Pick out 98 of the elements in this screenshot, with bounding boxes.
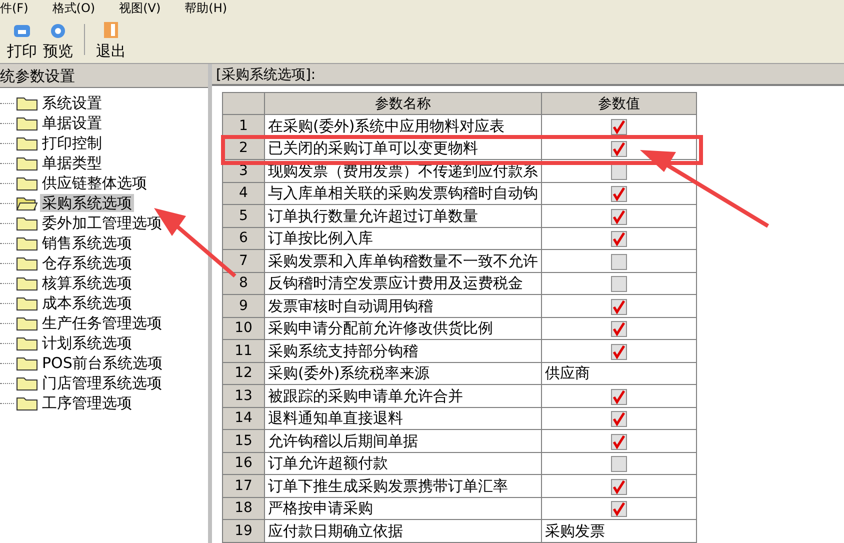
tree-item[interactable]: 生产任务管理选项 (40, 314, 164, 332)
tree-item[interactable]: 销售系统选项 (40, 234, 134, 252)
checkbox[interactable] (611, 118, 627, 135)
checkbox[interactable] (611, 478, 627, 495)
row-number: 12 (222, 362, 264, 384)
folder-icon (16, 136, 38, 150)
row-number: 10 (222, 317, 264, 340)
parameter-name: 被跟踪的采购申请单允许合并 (264, 384, 542, 407)
row-number: 19 (222, 520, 264, 542)
parameter-name: 订单下推生成采购发票携带订单汇率 (264, 474, 542, 497)
folder-icon (16, 256, 38, 270)
checkbox[interactable] (611, 276, 627, 292)
parameter-name: 采购发票和入库单钩稽数量不一致不允许 (264, 250, 542, 272)
open-folder-icon (16, 196, 38, 210)
parameter-name: 与入库单相关联的采购发票钩稽时自动钩 (264, 182, 542, 204)
parameter-name: 反钩稽时清空发票应计费用及运费税金 (264, 272, 542, 294)
checkbox[interactable] (611, 344, 627, 360)
tree-item[interactable]: 供应链整体选项 (40, 174, 149, 192)
folder-icon (16, 316, 38, 330)
print-button[interactable]: 打印 (4, 16, 40, 63)
row-number: 7 (222, 250, 264, 272)
checkbox[interactable] (611, 164, 627, 180)
row-number: 15 (222, 430, 264, 452)
folder-icon (16, 296, 38, 310)
folder-icon (16, 176, 38, 190)
folder-icon (16, 376, 38, 390)
menu-item[interactable]: 格式(O) (52, 0, 96, 16)
checkbox[interactable] (611, 231, 627, 248)
row-number: 8 (222, 272, 264, 294)
row-number: 14 (222, 407, 264, 430)
folder-icon (16, 336, 38, 350)
checkbox[interactable] (611, 298, 627, 315)
parameter-name: 已关闭的采购订单可以变更物料 (264, 137, 542, 160)
tree-item[interactable]: 门店管理系统选项 (40, 374, 164, 392)
folder-icon (16, 276, 38, 290)
checkbox[interactable] (611, 208, 627, 225)
preview-button[interactable]: 预览 (40, 16, 76, 63)
folder-icon (16, 156, 38, 170)
folder-icon (16, 236, 38, 250)
menu-item[interactable]: 件(F) (0, 0, 28, 16)
tree-item[interactable]: 委外加工管理选项 (40, 214, 164, 232)
tree-item[interactable]: 工序管理选项 (40, 394, 134, 412)
parameter-name: 退料通知单直接退料 (264, 407, 542, 430)
checkbox[interactable] (611, 141, 627, 158)
panel-title: [采购系统选项]: (212, 64, 844, 86)
folder-icon (16, 96, 38, 110)
folder-icon (16, 116, 38, 130)
parameter-name: 应付款日期确立依据 (264, 520, 542, 542)
row-number: 4 (222, 182, 264, 204)
tree-item[interactable]: 打印控制 (40, 134, 104, 152)
parameter-name: 发票审核时自动调用钩稽 (264, 294, 542, 317)
checkbox[interactable] (611, 186, 627, 202)
row-number: 16 (222, 452, 264, 474)
parameter-name: 订单允许超额付款 (264, 452, 542, 474)
parameter-name: 采购(委外)系统税率来源 (264, 362, 542, 384)
row-number: 11 (222, 340, 264, 362)
row-number: 18 (222, 497, 264, 520)
checkbox[interactable] (611, 254, 627, 270)
menu-item[interactable]: 视图(V) (119, 0, 161, 16)
tree-item[interactable]: 单据类型 (40, 154, 104, 172)
tree-item[interactable]: 仓存系统选项 (40, 254, 134, 272)
tree-item[interactable]: 成本系统选项 (40, 294, 134, 312)
column-header: 参数名称 (264, 92, 542, 114)
tree-item[interactable]: 采购系统选项 (40, 194, 134, 212)
column-header: 参数值 (542, 92, 696, 114)
parameter-name: 严格按申请采购 (264, 497, 542, 520)
parameter-name: 订单执行数量允许超过订单数量 (264, 204, 542, 227)
tree-item[interactable]: 核算系统选项 (40, 274, 134, 292)
exit-button[interactable]: 退出 (93, 16, 129, 63)
folder-icon (16, 356, 38, 370)
eye-icon (49, 23, 67, 39)
checkbox[interactable] (611, 501, 627, 518)
checkbox[interactable] (611, 388, 627, 405)
parameter-name: 采购申请分配前允许修改供货比例 (264, 317, 542, 340)
tree-item[interactable]: 单据设置 (40, 114, 104, 132)
row-number: 6 (222, 227, 264, 250)
parameter-name: 订单按比例入库 (264, 227, 542, 250)
row-number: 5 (222, 204, 264, 227)
checkbox[interactable] (611, 411, 627, 428)
parameter-value: 供应商 (542, 362, 696, 384)
tree-item[interactable]: POS前台系统选项 (40, 354, 164, 372)
tree-item[interactable]: 计划系统选项 (40, 334, 134, 352)
checkbox[interactable] (611, 321, 627, 338)
folder-icon (16, 396, 38, 410)
tree-item[interactable]: 系统设置 (40, 94, 104, 112)
checkbox[interactable] (611, 434, 627, 450)
row-number: 17 (222, 474, 264, 497)
parameter-value: 采购发票 (542, 520, 696, 542)
menu-item[interactable]: 帮助(H) (184, 0, 228, 16)
door-icon (103, 21, 119, 39)
row-number: 9 (222, 294, 264, 317)
parameter-name: 允许钩稽以后期间单据 (264, 430, 542, 452)
printer-icon (13, 23, 31, 39)
parameter-name: 采购系统支持部分钩稽 (264, 340, 542, 362)
row-number: 13 (222, 384, 264, 407)
folder-icon (16, 216, 38, 230)
checkbox[interactable] (611, 456, 627, 472)
panel-title: 统参数设置 (0, 64, 208, 88)
